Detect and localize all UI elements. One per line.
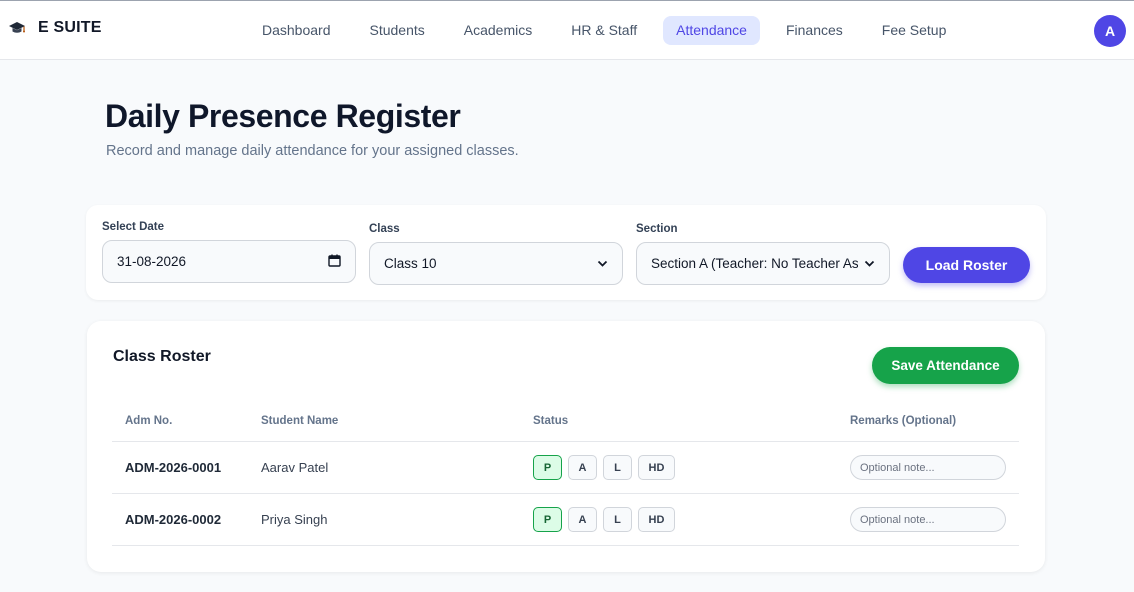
nav-finances[interactable]: Finances xyxy=(773,16,856,45)
table-row: ADM-2026-0002 Priya Singh P A L HD xyxy=(112,493,1019,545)
table-bottom-divider xyxy=(112,545,1019,546)
nav-fee-setup[interactable]: Fee Setup xyxy=(869,16,960,45)
status-halfday-button[interactable]: HD xyxy=(638,507,675,532)
top-navbar: E SUITE Dashboard Students Academics HR … xyxy=(0,0,1134,60)
status-present-button[interactable]: P xyxy=(533,455,562,480)
nav-students[interactable]: Students xyxy=(357,16,438,45)
class-field: Class Class 10 xyxy=(369,223,623,285)
column-remarks: Remarks (Optional) xyxy=(850,415,957,427)
nav-hr-staff[interactable]: HR & Staff xyxy=(558,16,650,45)
class-select[interactable]: Class 10 xyxy=(369,242,623,285)
section-field: Section Section A (Teacher: No Teacher A… xyxy=(636,223,890,285)
column-status: Status xyxy=(533,415,569,427)
table-row: ADM-2026-0001 Aarav Patel P A L HD xyxy=(112,441,1019,493)
page-subtitle: Record and manage daily attendance for y… xyxy=(106,143,519,159)
status-absent-button[interactable]: A xyxy=(568,455,597,480)
status-present-button[interactable]: P xyxy=(533,507,562,532)
load-roster-button[interactable]: Load Roster xyxy=(903,247,1030,283)
graduation-cap-icon xyxy=(8,19,26,37)
class-label: Class xyxy=(369,223,400,235)
calendar-icon[interactable] xyxy=(328,254,341,270)
section-select[interactable]: Section A (Teacher: No Teacher As xyxy=(636,242,890,285)
nav-academics[interactable]: Academics xyxy=(451,16,545,45)
avatar[interactable]: A xyxy=(1094,15,1126,47)
date-value: 31-08-2026 xyxy=(117,254,187,269)
nav-dashboard[interactable]: Dashboard xyxy=(249,16,344,45)
chevron-down-icon xyxy=(864,256,875,271)
remarks-input[interactable] xyxy=(850,507,1006,532)
roster-card: Class Roster Save Attendance Adm No. Stu… xyxy=(87,321,1045,572)
status-halfday-button[interactable]: HD xyxy=(638,455,675,480)
main-nav: Dashboard Students Academics HR & Staff … xyxy=(249,16,972,45)
column-student-name: Student Name xyxy=(261,415,339,427)
roster-title: Class Roster xyxy=(113,348,211,365)
column-adm-no: Adm No. xyxy=(125,415,173,427)
nav-attendance[interactable]: Attendance xyxy=(663,16,760,45)
student-name: Priya Singh xyxy=(261,512,328,527)
status-late-button[interactable]: L xyxy=(603,455,632,480)
adm-no: ADM-2026-0002 xyxy=(125,512,222,527)
class-value: Class 10 xyxy=(384,256,437,271)
brand-name: E SUITE xyxy=(38,19,102,36)
status-toggle-group: P A L HD xyxy=(533,507,675,532)
section-value: Section A (Teacher: No Teacher As xyxy=(651,256,858,271)
section-label: Section xyxy=(636,223,678,235)
date-label: Select Date xyxy=(102,221,165,233)
status-toggle-group: P A L HD xyxy=(533,455,675,480)
brand[interactable]: E SUITE xyxy=(8,19,102,37)
save-attendance-button[interactable]: Save Attendance xyxy=(872,347,1019,384)
status-absent-button[interactable]: A xyxy=(568,507,597,532)
date-input[interactable]: 31-08-2026 xyxy=(102,240,356,283)
page-title: Daily Presence Register xyxy=(105,98,461,134)
adm-no: ADM-2026-0001 xyxy=(125,460,222,475)
date-field: Select Date 31-08-2026 xyxy=(102,221,356,283)
chevron-down-icon xyxy=(597,256,608,271)
student-name: Aarav Patel xyxy=(261,460,329,475)
filter-card: Select Date 31-08-2026 Class Class 10 Se… xyxy=(86,205,1046,300)
status-late-button[interactable]: L xyxy=(603,507,632,532)
remarks-input[interactable] xyxy=(850,455,1006,480)
